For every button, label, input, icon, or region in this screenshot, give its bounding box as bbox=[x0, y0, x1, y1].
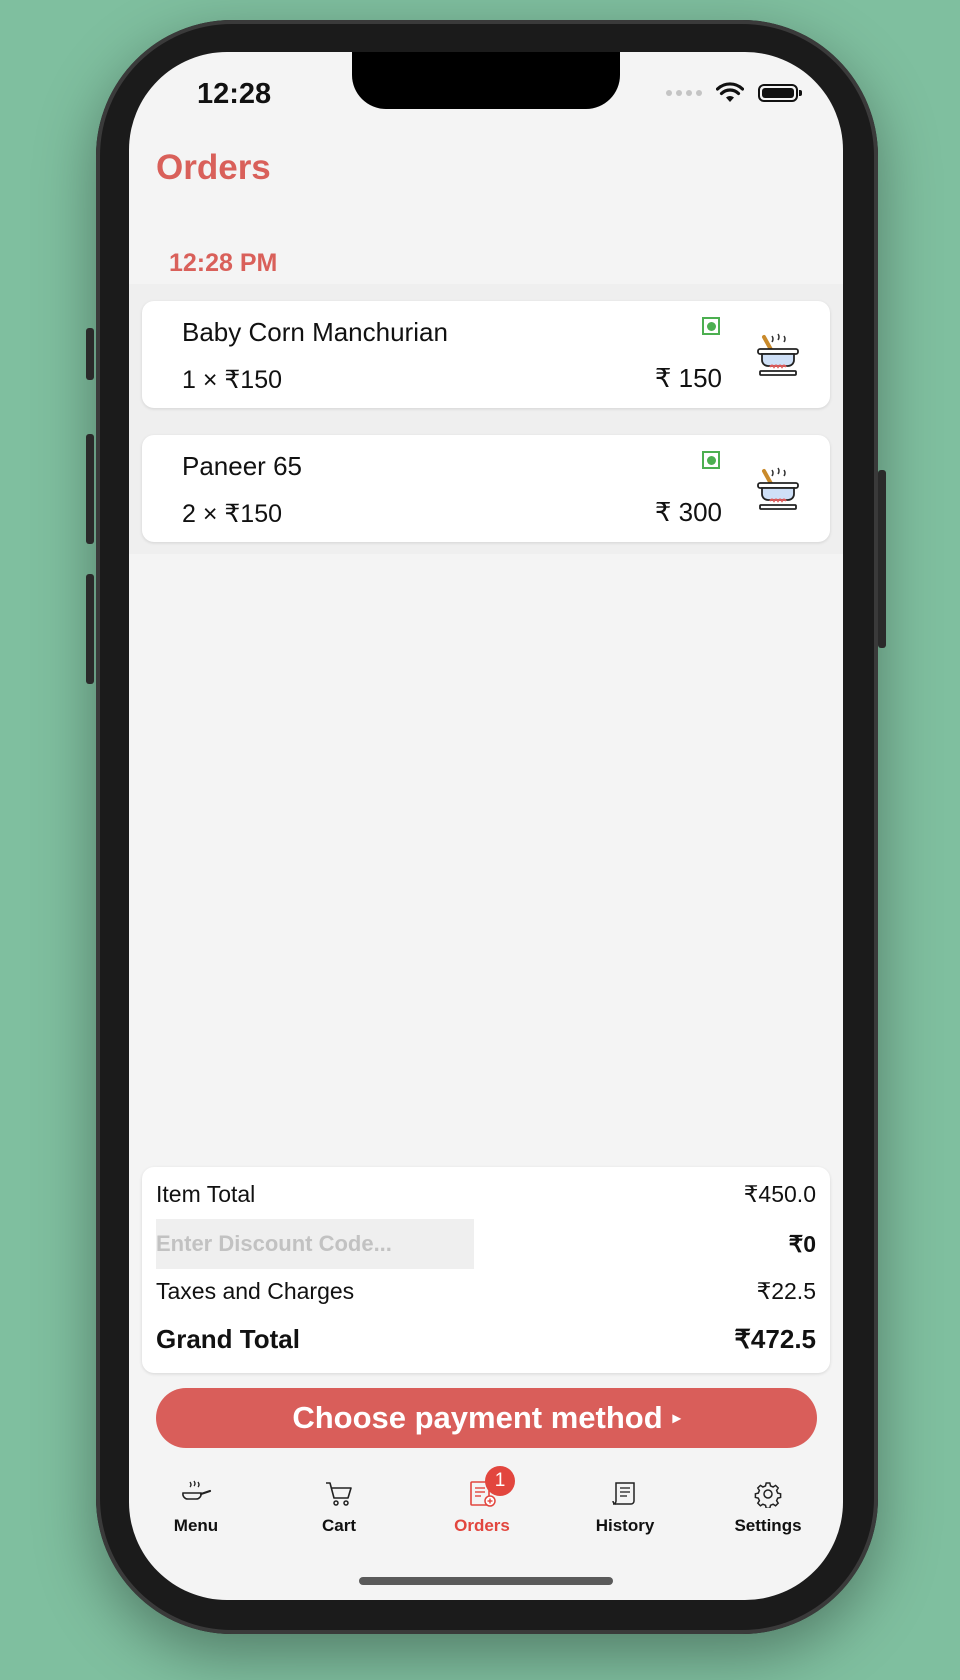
taxes-label: Taxes and Charges bbox=[156, 1278, 355, 1304]
choose-payment-button[interactable]: Choose payment method ▸ bbox=[156, 1388, 817, 1448]
orders-list: Baby Corn Manchurian 1 × ₹150 ₹ 150 Pane… bbox=[129, 284, 843, 554]
taxes-row: Taxes and Charges ₹22.5 bbox=[156, 1278, 816, 1305]
tab-bar: Menu Cart 1 Orders History Settings bbox=[129, 1452, 843, 1552]
order-time-header: 12:28 PM bbox=[169, 249, 278, 277]
tab-settings-label: Settings bbox=[734, 1516, 802, 1535]
status-indicators bbox=[666, 82, 802, 104]
item-total-value: ₹450.0 bbox=[743, 1181, 816, 1207]
page-title: Orders bbox=[156, 148, 271, 187]
veg-indicator-icon bbox=[702, 317, 720, 335]
status-time: 12:28 bbox=[197, 78, 272, 110]
discount-row: ₹0 bbox=[156, 1219, 816, 1269]
order-item-name: Paneer 65 bbox=[182, 451, 302, 481]
tab-menu[interactable]: Menu bbox=[136, 1452, 256, 1552]
order-item-amount: ₹ 300 bbox=[654, 497, 722, 527]
tab-orders-label: Orders bbox=[454, 1516, 510, 1535]
orders-count-badge: 1 bbox=[485, 1466, 515, 1496]
receipt-icon bbox=[612, 1482, 635, 1505]
pan-icon bbox=[182, 1480, 212, 1500]
taxes-value: ₹22.5 bbox=[756, 1278, 816, 1304]
app-screen: 12:28 Orders 12:28 PM Baby Corn Manchuri… bbox=[129, 52, 843, 1600]
play-arrow-icon: ▸ bbox=[672, 1410, 681, 1427]
tab-orders[interactable]: 1 Orders bbox=[422, 1452, 542, 1552]
home-indicator[interactable] bbox=[359, 1577, 613, 1585]
cooking-pot-icon bbox=[757, 467, 799, 510]
tab-settings[interactable]: Settings bbox=[708, 1452, 828, 1552]
volume-down-button bbox=[86, 574, 94, 684]
discount-code-input[interactable] bbox=[156, 1219, 474, 1269]
power-button bbox=[878, 470, 886, 648]
signal-dots-icon bbox=[666, 90, 702, 96]
order-item-amount: ₹ 150 bbox=[654, 363, 722, 393]
tab-history-label: History bbox=[595, 1516, 655, 1535]
order-item-quantity: 2 × ₹150 bbox=[182, 500, 283, 528]
tab-cart[interactable]: Cart bbox=[279, 1452, 399, 1552]
tab-history[interactable]: History bbox=[565, 1452, 685, 1552]
battery-icon bbox=[758, 84, 802, 102]
grand-total-row: Grand Total ₹472.5 bbox=[156, 1324, 816, 1355]
wifi-icon bbox=[716, 82, 744, 102]
choose-payment-label: Choose payment method bbox=[292, 1400, 663, 1435]
gear-icon bbox=[754, 1482, 782, 1508]
item-total-row: Item Total ₹450.0 bbox=[156, 1181, 816, 1208]
volume-up-button bbox=[86, 434, 94, 544]
mute-switch bbox=[86, 328, 94, 380]
discount-value: ₹0 bbox=[788, 1230, 816, 1257]
notch bbox=[352, 52, 620, 109]
tab-cart-label: Cart bbox=[321, 1516, 356, 1535]
bill-summary: Item Total ₹450.0 ₹0 Taxes and Charges ₹… bbox=[142, 1167, 830, 1373]
cooking-pot-icon bbox=[757, 333, 799, 376]
order-item[interactable]: Baby Corn Manchurian 1 × ₹150 ₹ 150 bbox=[142, 301, 830, 408]
cart-icon bbox=[326, 1482, 352, 1506]
order-item-name: Baby Corn Manchurian bbox=[182, 317, 448, 347]
grand-total-value: ₹472.5 bbox=[734, 1324, 816, 1354]
order-item-quantity: 1 × ₹150 bbox=[182, 366, 283, 394]
item-total-label: Item Total bbox=[156, 1181, 256, 1207]
veg-indicator-icon bbox=[702, 451, 720, 469]
tab-menu-label: Menu bbox=[173, 1516, 219, 1535]
grand-total-label: Grand Total bbox=[156, 1324, 300, 1354]
order-item[interactable]: Paneer 65 2 × ₹150 ₹ 300 bbox=[142, 435, 830, 542]
